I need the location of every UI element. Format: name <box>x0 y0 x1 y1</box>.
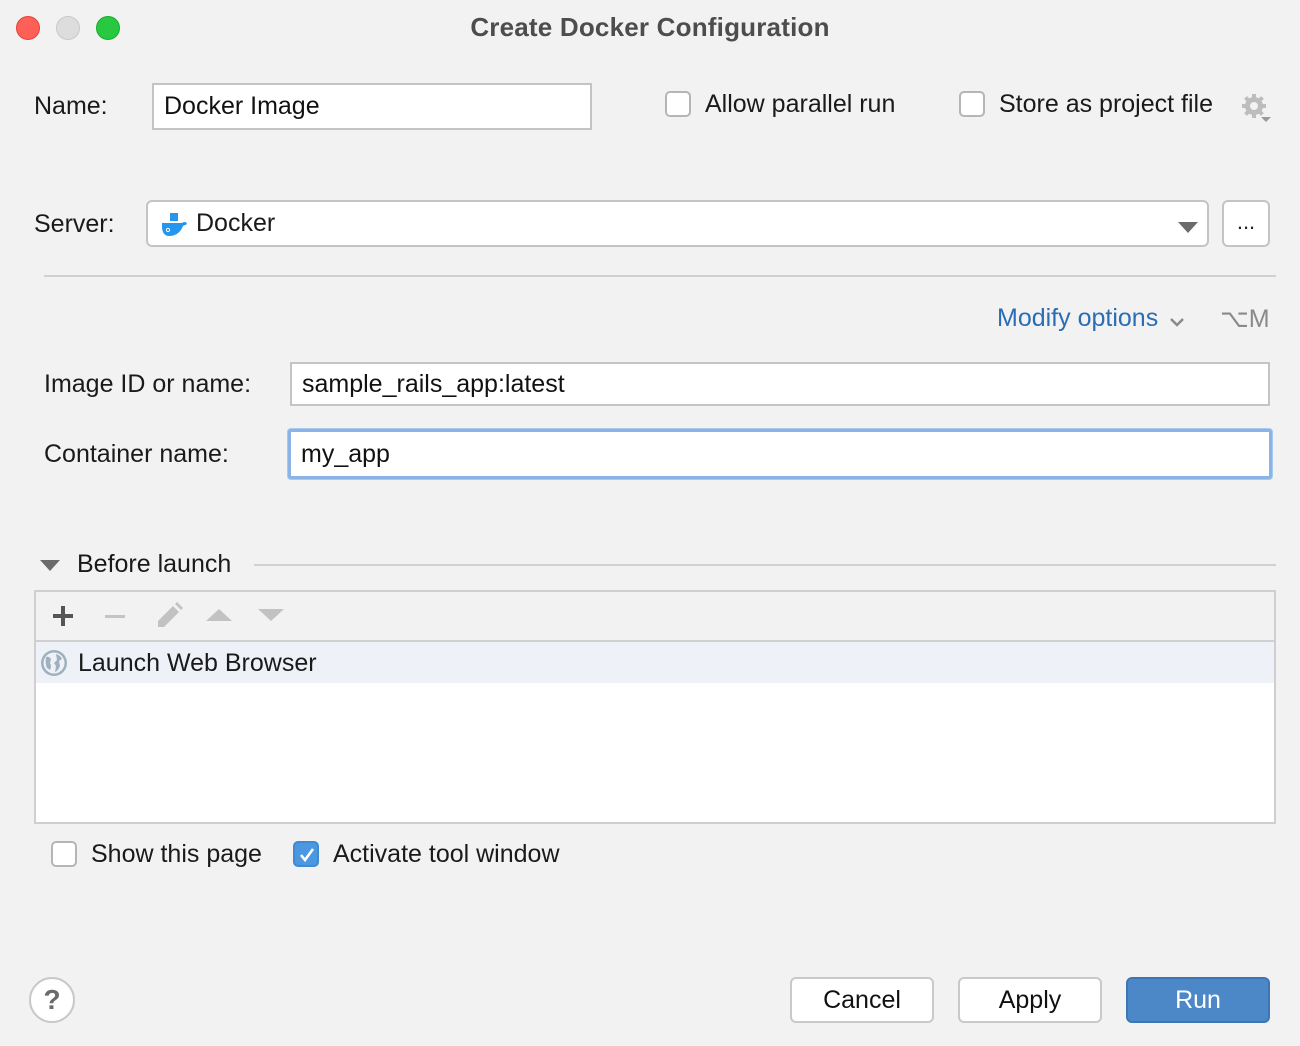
server-label: Server: <box>34 210 115 238</box>
show-this-page-label[interactable]: Show this page <box>91 840 262 869</box>
before-launch-title: Before launch <box>77 550 232 578</box>
allow-parallel-run-checkbox[interactable] <box>665 91 691 117</box>
image-id-input-value: sample_rails_app:latest <box>302 369 565 398</box>
move-down-icon[interactable] <box>258 608 284 627</box>
before-launch-list: Launch Web Browser <box>34 590 1276 824</box>
name-input[interactable]: Docker Image <box>152 83 592 130</box>
chevron-down-icon <box>1169 305 1185 334</box>
before-launch-toolbar <box>36 592 1274 642</box>
help-button[interactable]: ? <box>29 977 75 1023</box>
store-as-project-file-label[interactable]: Store as project file <box>999 90 1213 119</box>
container-name-input[interactable]: my_app <box>288 429 1272 479</box>
separator <box>44 275 1276 277</box>
allow-parallel-run-label[interactable]: Allow parallel run <box>705 90 895 119</box>
server-select-value: Docker <box>196 209 276 237</box>
activate-tool-window-checkbox[interactable] <box>293 841 319 867</box>
globe-icon <box>40 649 68 682</box>
name-label: Name: <box>34 92 108 120</box>
window-title: Create Docker Configuration <box>470 12 830 42</box>
edit-icon[interactable] <box>154 601 184 636</box>
name-input-value: Docker Image <box>164 92 320 120</box>
run-button[interactable]: Run <box>1126 977 1270 1023</box>
modify-options-link[interactable]: Modify options <box>997 304 1185 334</box>
collapse-triangle-icon[interactable] <box>40 559 60 577</box>
show-this-page-checkbox[interactable] <box>51 841 77 867</box>
server-settings-button[interactable]: ... <box>1222 200 1270 247</box>
container-name-input-value: my_app <box>301 439 390 468</box>
list-item[interactable]: Launch Web Browser <box>36 642 1274 683</box>
remove-icon[interactable] <box>103 604 127 633</box>
image-id-label: Image ID or name: <box>44 370 252 398</box>
activate-tool-window-label[interactable]: Activate tool window <box>333 840 560 869</box>
server-select[interactable]: Docker <box>146 200 1209 247</box>
before-launch-separator <box>254 564 1276 566</box>
apply-button[interactable]: Apply <box>958 977 1102 1023</box>
image-id-input[interactable]: sample_rails_app:latest <box>290 362 1270 406</box>
container-name-label: Container name: <box>44 440 229 468</box>
modify-options-label: Modify options <box>997 304 1159 332</box>
dropdown-arrow-icon <box>1178 220 1198 238</box>
list-item-label: Launch Web Browser <box>78 649 317 677</box>
cancel-button[interactable]: Cancel <box>790 977 934 1023</box>
checkmark-icon <box>299 848 315 863</box>
store-as-project-file-checkbox[interactable] <box>959 91 985 117</box>
add-icon[interactable] <box>51 604 75 633</box>
move-up-icon[interactable] <box>206 608 232 627</box>
gear-icon[interactable] <box>1240 92 1272 124</box>
create-docker-configuration-dialog: Create Docker Configuration Name: Docker… <box>0 0 1300 1046</box>
modify-options-shortcut: ⌥M <box>1220 305 1270 333</box>
docker-icon <box>160 212 190 238</box>
